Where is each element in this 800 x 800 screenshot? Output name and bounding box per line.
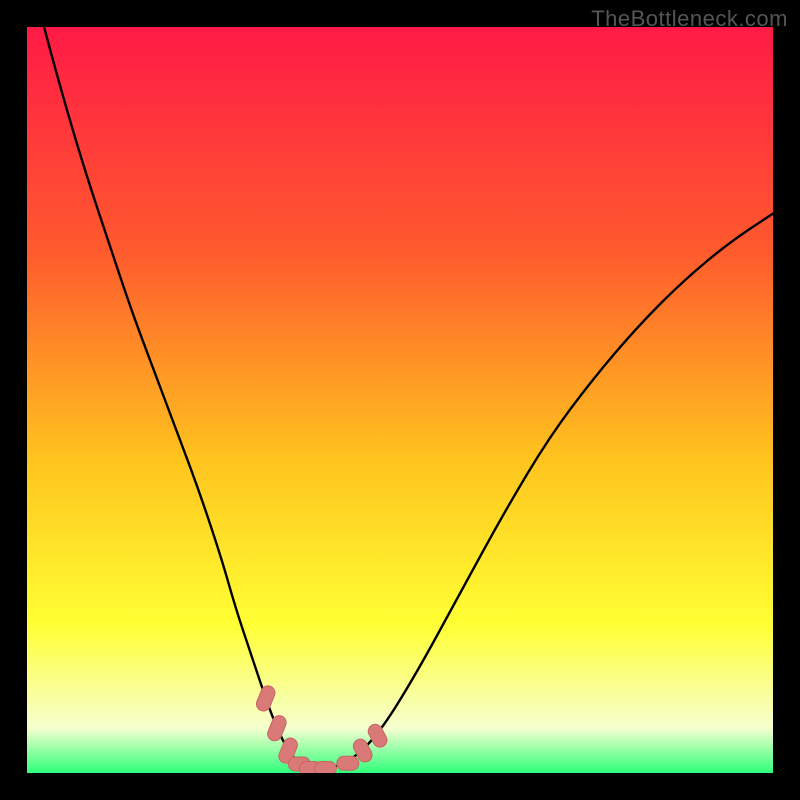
curve-marker: [337, 756, 359, 770]
chart-svg: [27, 27, 773, 773]
watermark-text: TheBottleneck.com: [591, 6, 788, 32]
curve-marker: [314, 762, 336, 774]
bottleneck-chart: [27, 27, 773, 773]
gradient-background: [27, 27, 773, 773]
outer-frame: TheBottleneck.com: [0, 0, 800, 800]
